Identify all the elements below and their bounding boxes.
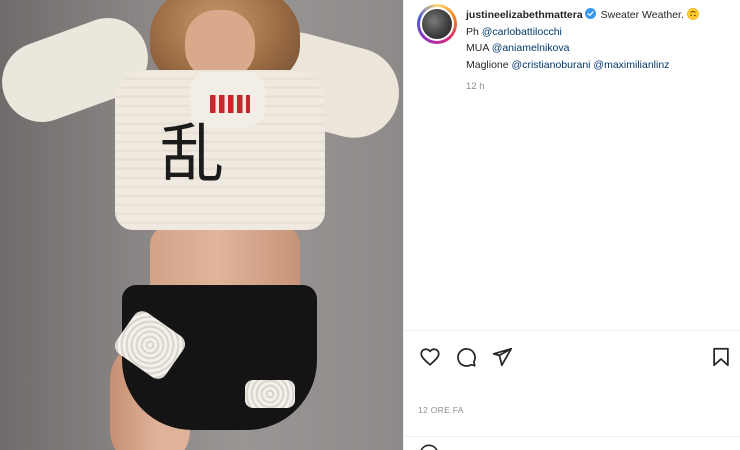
paper-plane-icon[interactable] bbox=[491, 346, 513, 368]
bookmark-icon[interactable] bbox=[710, 346, 732, 368]
caption-row: justineelizabethmattera Sweater Weather.… bbox=[417, 4, 736, 96]
avatar[interactable] bbox=[420, 7, 454, 41]
credit-label: MUA bbox=[466, 42, 489, 54]
comment-icon[interactable] bbox=[455, 346, 477, 368]
credit-label: Maglione bbox=[466, 58, 509, 71]
emoji-picker-icon[interactable] bbox=[418, 443, 440, 450]
mention-link[interactable]: @cristianoburani bbox=[512, 59, 591, 71]
divider bbox=[404, 436, 740, 437]
username-link[interactable]: justineelizabethmattera bbox=[466, 9, 583, 21]
mention-link[interactable]: @carlobattilocchi bbox=[482, 26, 562, 38]
instagram-post: 乱 justineelizabethmattera Sweater Weathe… bbox=[0, 0, 740, 450]
caption-text: Sweater Weather. bbox=[600, 9, 684, 21]
divider bbox=[404, 330, 740, 331]
heart-icon[interactable] bbox=[419, 346, 441, 368]
upside-down-face-emoji-icon bbox=[687, 8, 699, 20]
avatar-story-ring[interactable] bbox=[417, 4, 457, 44]
caption: justineelizabethmattera Sweater Weather.… bbox=[466, 7, 736, 96]
photo-detail bbox=[245, 380, 295, 408]
post-sidebar: justineelizabethmattera Sweater Weather.… bbox=[403, 0, 740, 450]
credit-label: Ph bbox=[466, 25, 479, 38]
action-bar bbox=[419, 346, 513, 368]
caption-time-ago: 12 h bbox=[466, 81, 485, 92]
mention-link[interactable]: @aniamelnikova bbox=[492, 42, 570, 54]
post-timestamp[interactable]: 12 ORE FA bbox=[418, 405, 464, 415]
post-photo[interactable]: 乱 bbox=[0, 0, 403, 450]
mention-link[interactable]: @maximilianlinz bbox=[593, 59, 669, 71]
photo-detail: 乱 bbox=[160, 118, 224, 192]
photo-detail bbox=[210, 95, 250, 113]
verified-badge-icon bbox=[584, 8, 596, 19]
